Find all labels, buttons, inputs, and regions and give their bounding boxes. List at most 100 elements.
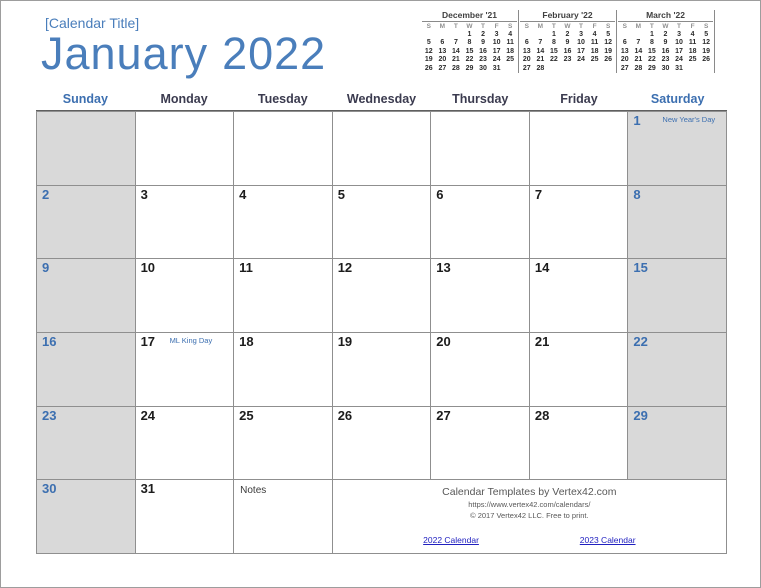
mini-day-cell — [574, 65, 588, 73]
day-cell[interactable]: 2 — [37, 185, 136, 260]
mini-day-cell: 5 — [704, 31, 709, 38]
day-cell[interactable]: 11 — [234, 259, 333, 333]
mini-dow-header: S — [622, 23, 627, 30]
mini-day-cell: 20 — [620, 56, 629, 64]
day-cell[interactable] — [37, 112, 136, 186]
day-cell[interactable]: 22 — [628, 332, 727, 407]
mini-day-cell: 19 — [702, 47, 711, 55]
day-number: 6 — [436, 186, 444, 202]
day-cell[interactable]: 5 — [332, 185, 432, 260]
day-cell[interactable]: 30 — [37, 480, 136, 554]
day-cell[interactable]: 8 — [628, 185, 727, 260]
day-number: 12 — [337, 260, 353, 276]
mini-calendar-table: S M T W T F S 1 2 3 4 5 6 7 8 9 10 11 12 13 14 15 16 17 18 19 20 21… — [618, 23, 713, 73]
day-cell[interactable]: 27 — [431, 406, 530, 481]
day-number: 29 — [633, 407, 648, 423]
day-cell[interactable] — [234, 112, 333, 186]
day-cell[interactable]: 21 — [529, 332, 629, 407]
day-cell[interactable] — [529, 112, 629, 186]
day-cell[interactable]: 18 — [234, 332, 333, 407]
day-event-label: New Year's Day — [662, 115, 716, 124]
mini-calendar: March '22 S M T W T F S 1 2 3 4 5 6 7 8 9 10 11 12 13 14 15 16 1… — [617, 10, 715, 74]
weekday-header-monday: Monday — [160, 92, 208, 106]
day-number: 27 — [436, 407, 451, 423]
calendar-header: [Calendar Title] January 2022 December '2… — [1, 1, 761, 91]
mini-dow-header: T — [481, 23, 486, 30]
day-cell[interactable]: 3 — [135, 185, 235, 260]
day-event-label: ML King Day — [169, 335, 213, 345]
day-cell[interactable]: 31 — [135, 480, 235, 554]
day-cell[interactable]: 17 ML King Day — [135, 332, 235, 407]
mini-day-cell: 28 — [452, 64, 460, 72]
mini-week-row: 1 2 3 4 5 — [520, 31, 615, 39]
mini-day-cell: 14 — [634, 47, 643, 55]
mini-calendar-table: S M T W T F S 1 2 3 4 5 6 7 8 9 10 11 12 13 14 15 16 17 18 19 20 21… — [520, 23, 615, 73]
day-cell[interactable]: 29 — [628, 406, 727, 481]
year-label: 2022 — [222, 28, 327, 79]
day-number: 23 — [42, 407, 57, 423]
mini-day-cell — [632, 31, 646, 39]
mini-day-cell: 1 — [649, 31, 654, 38]
mini-day-cell — [436, 31, 450, 39]
day-cell[interactable] — [431, 112, 530, 186]
footer-links: 2022 Calendar 2023 Calendar — [333, 535, 726, 545]
mini-dow-header: S — [524, 23, 529, 30]
day-cell[interactable]: 14 — [529, 259, 629, 333]
day-cell[interactable]: 9 — [37, 259, 136, 333]
day-number: 16 — [42, 333, 57, 349]
mini-day-cell: 17 — [577, 47, 585, 55]
mini-day-cell: 8 — [551, 39, 556, 47]
weekday-header-friday: Friday — [560, 92, 598, 106]
mini-day-cell: 9 — [565, 39, 570, 47]
day-number: 14 — [534, 260, 550, 276]
day-cell[interactable]: 20 — [431, 332, 530, 407]
mini-day-cell: 27 — [522, 64, 531, 72]
day-cell[interactable]: 1 New Year's Day — [628, 112, 727, 186]
mini-day-cell: 15 — [648, 47, 656, 55]
mini-dow-header: F — [690, 23, 695, 30]
mini-day-cell — [588, 65, 602, 73]
day-cell[interactable]: 25 — [234, 406, 333, 481]
mini-day-cell: 24 — [577, 56, 585, 64]
day-cell[interactable]: Notes — [234, 480, 333, 554]
mini-day-cell: 23 — [479, 56, 487, 64]
mini-day-cell: 28 — [634, 64, 643, 72]
day-cell[interactable]: 28 — [529, 406, 629, 481]
day-cell[interactable]: 23 — [37, 406, 136, 481]
day-cell[interactable] — [332, 112, 432, 186]
mini-day-cell: 31 — [492, 64, 501, 72]
day-cell[interactable]: 15 — [628, 259, 727, 333]
mini-dow-header: T — [579, 23, 584, 30]
link-2022-calendar[interactable]: 2022 Calendar — [423, 535, 479, 545]
weekday-header-wednesday: Wednesday — [346, 92, 417, 106]
mini-dow-header: S — [704, 23, 709, 30]
mini-dow-header: M — [635, 23, 642, 30]
mini-week-row: 6 7 8 9 10 11 12 — [520, 39, 615, 47]
day-cell[interactable]: 7 — [529, 185, 629, 260]
day-cell[interactable]: 24 — [135, 406, 235, 481]
day-number: 31 — [140, 481, 156, 497]
day-cell[interactable]: 10 — [135, 259, 235, 333]
mini-week-row: 5 6 7 8 9 10 11 — [422, 39, 517, 47]
day-cell[interactable]: 12 — [332, 259, 432, 333]
day-cell[interactable]: 16 — [37, 332, 136, 407]
mini-day-cell: 3 — [677, 31, 681, 38]
link-2023-calendar[interactable]: 2023 Calendar — [580, 535, 636, 545]
mini-day-cell: 8 — [649, 39, 654, 47]
mini-day-cell: 2 — [481, 31, 485, 38]
day-cell[interactable]: 26 — [332, 406, 432, 481]
mini-day-cell: 12 — [702, 39, 711, 47]
day-cell[interactable]: 13 — [431, 259, 530, 333]
day-cell[interactable]: 6 — [431, 185, 530, 260]
mini-day-cell: 5 — [606, 31, 611, 38]
mini-day-cell: 13 — [620, 47, 629, 55]
day-cell[interactable] — [135, 112, 235, 186]
day-cell[interactable]: 4 — [234, 185, 333, 260]
day-cell[interactable]: 19 — [332, 332, 432, 407]
mini-day-cell: 16 — [563, 47, 572, 55]
day-number: 15 — [633, 260, 648, 276]
mini-day-cell: 5 — [426, 39, 431, 47]
day-number: 25 — [239, 407, 254, 423]
mini-day-cell: 4 — [690, 31, 695, 38]
mini-day-cell: 27 — [438, 64, 447, 72]
